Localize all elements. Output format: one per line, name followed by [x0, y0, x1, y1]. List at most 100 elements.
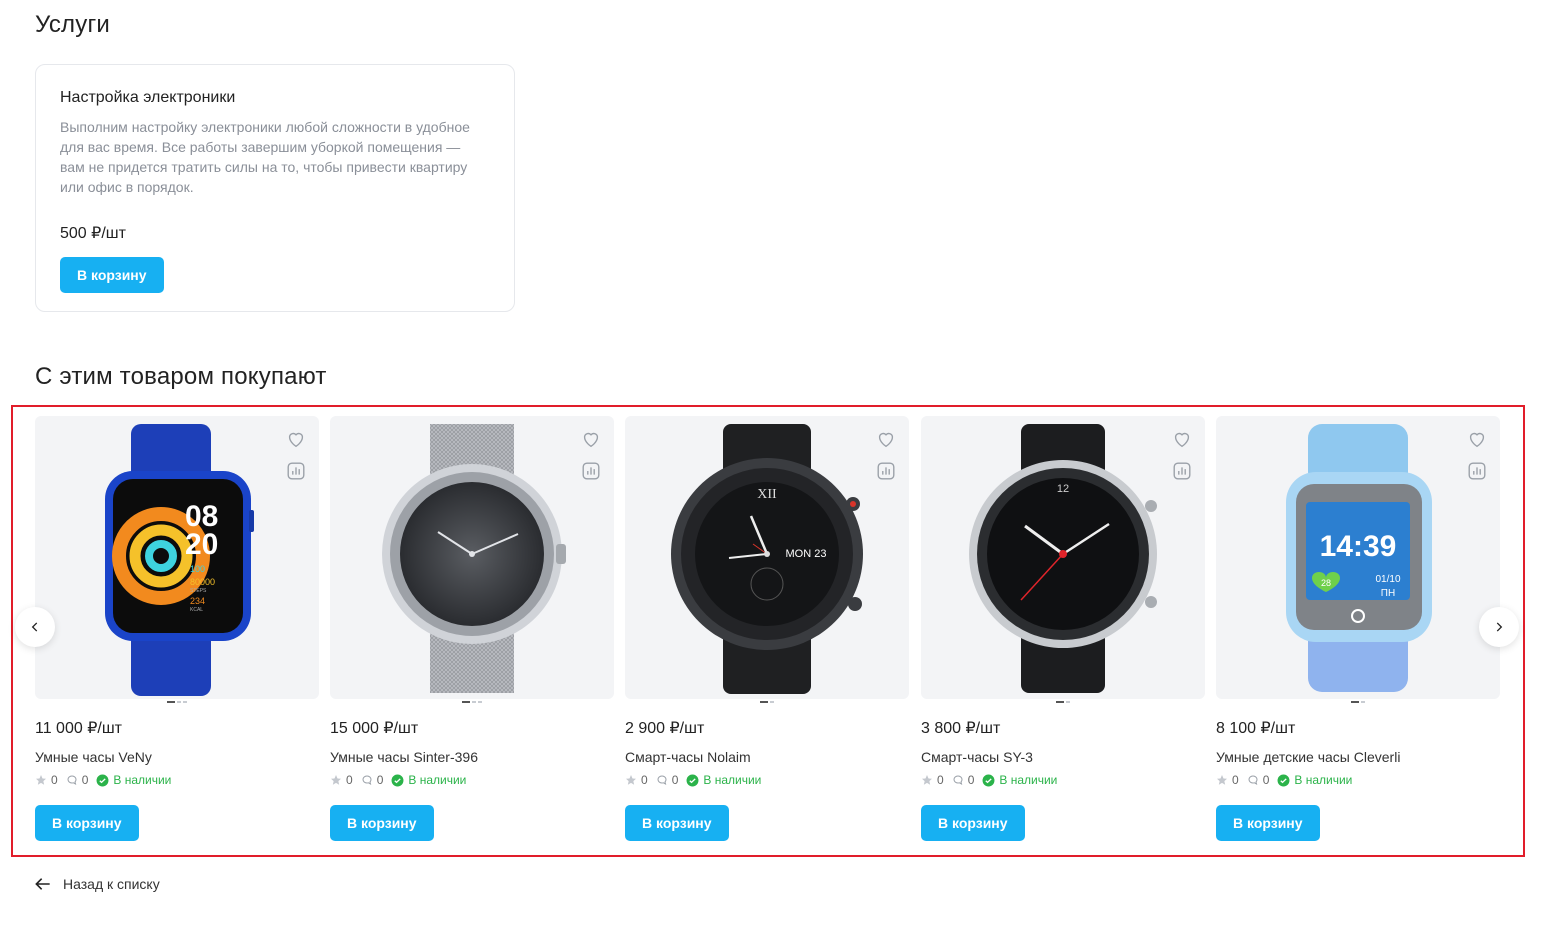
comment-icon	[1248, 775, 1258, 786]
image-pagination	[35, 701, 319, 705]
product-price: 11 000 ₽/шт	[35, 720, 122, 737]
stock-status: В наличии	[999, 773, 1058, 787]
nolaim-date: MON 23	[786, 548, 827, 560]
favorite-heart-icon[interactable]	[1466, 428, 1488, 450]
product-price: 2 900 ₽/шт	[625, 720, 705, 737]
add-to-cart-button[interactable]: В корзину	[1216, 805, 1320, 841]
image-pagination	[921, 701, 1205, 705]
related-products-title: С этим товаром покупают	[35, 363, 327, 390]
product-price: 15 000 ₽/шт	[330, 720, 419, 737]
product-image[interactable]: 08 20 100 80000 STEPS 234 KCAL	[35, 416, 319, 699]
reviews-count: 0	[1262, 773, 1270, 787]
chevron-right-icon	[1496, 622, 1503, 632]
rating-value: 0	[1232, 773, 1239, 787]
favorite-heart-icon[interactable]	[580, 428, 602, 450]
check-circle-icon	[982, 774, 995, 786]
reviews-count: 0	[671, 773, 679, 787]
product-image[interactable]: 12	[921, 416, 1205, 699]
service-name: Настройка электроники	[60, 89, 236, 106]
product-name[interactable]: Умные детские часы Cleverli	[1216, 749, 1400, 765]
add-to-cart-button[interactable]: В корзину	[35, 805, 139, 841]
stock-status: В наличии	[408, 773, 467, 787]
chevron-left-icon	[31, 622, 38, 632]
add-to-cart-button[interactable]: В корзину	[921, 805, 1025, 841]
favorite-heart-icon[interactable]	[285, 428, 307, 450]
check-circle-icon	[686, 774, 699, 786]
watch-veny-image: 08 20 100 80000 STEPS 234 KCAL	[105, 424, 254, 696]
compare-chart-icon[interactable]	[285, 460, 307, 482]
veny-steps-unit: STEPS	[190, 588, 207, 594]
back-to-list-label: Назад к списку	[63, 876, 160, 892]
arrow-left-icon	[35, 878, 50, 890]
reviews-count: 0	[81, 773, 89, 787]
comment-icon	[657, 775, 667, 786]
favorite-heart-icon[interactable]	[875, 428, 897, 450]
compare-chart-icon[interactable]	[875, 460, 897, 482]
service-card: Настройка электроники Выполним настройку…	[35, 64, 515, 312]
carousel-prev-button[interactable]	[15, 607, 55, 647]
compare-chart-icon[interactable]	[580, 460, 602, 482]
add-to-cart-button[interactable]: В корзину	[330, 805, 434, 841]
star-icon	[1217, 775, 1227, 785]
compare-chart-icon[interactable]	[1466, 460, 1488, 482]
veny-pct: 100	[190, 564, 205, 574]
comment-icon	[67, 775, 77, 786]
product-name[interactable]: Умные часы VeNy	[35, 749, 152, 765]
reviews-count: 0	[376, 773, 384, 787]
product-price: 8 100 ₽/шт	[1216, 720, 1296, 737]
cleverli-time: 14:39	[1320, 530, 1397, 563]
stock-status: В наличии	[703, 773, 762, 787]
sy3-twelve: 12	[1057, 483, 1069, 495]
product-image[interactable]	[330, 416, 614, 699]
service-add-to-cart-button[interactable]: В корзину	[60, 257, 164, 293]
product-meta: 0 0 В наличии	[921, 773, 1065, 787]
services-title: Услуги	[35, 11, 111, 38]
veny-kcal: 234	[190, 596, 205, 606]
carousel-next-button[interactable]	[1479, 607, 1519, 647]
rating-value: 0	[937, 773, 944, 787]
product-card: 15 000 ₽/шт Умные часы Sinter-396 0 0 В …	[330, 416, 614, 846]
product-name[interactable]: Умные часы Sinter-396	[330, 749, 478, 765]
product-image[interactable]: XII MON 23	[625, 416, 909, 699]
service-price: 500 ₽/шт	[60, 225, 126, 242]
product-meta: 0 0 В наличии	[35, 773, 179, 787]
cleverli-badge: 28	[1321, 578, 1331, 588]
veny-minutes: 20	[185, 528, 218, 561]
stock-status: В наличии	[113, 773, 172, 787]
add-to-cart-button[interactable]: В корзину	[625, 805, 729, 841]
star-icon	[331, 775, 341, 785]
favorite-heart-icon[interactable]	[1171, 428, 1193, 450]
star-icon	[36, 775, 46, 785]
product-image[interactable]: 14:39 28 01/10 ПН	[1216, 416, 1500, 699]
rating-value: 0	[641, 773, 648, 787]
image-pagination	[625, 701, 909, 705]
product-meta: 0 0 В наличии	[625, 773, 769, 787]
nolaim-roman: XII	[757, 487, 777, 502]
stock-status: В наличии	[1294, 773, 1353, 787]
image-pagination	[1216, 701, 1500, 705]
check-circle-icon	[96, 774, 109, 786]
star-icon	[626, 775, 636, 785]
rating-value: 0	[346, 773, 353, 787]
watch-sinter-image	[382, 424, 566, 693]
veny-kcal-unit: KCAL	[190, 607, 203, 613]
product-card: 12 3 800 ₽/шт Смарт-часы SY-3 0 0 В нали…	[921, 416, 1205, 846]
product-card: 14:39 28 01/10 ПН 8 100 ₽/шт Умные детск…	[1216, 416, 1500, 846]
compare-chart-icon[interactable]	[1171, 460, 1193, 482]
check-circle-icon	[391, 774, 404, 786]
product-meta: 0 0 В наличии	[1216, 773, 1360, 787]
product-name[interactable]: Смарт-часы SY-3	[921, 749, 1033, 765]
rating-value: 0	[51, 773, 58, 787]
reviews-count: 0	[967, 773, 975, 787]
related-products-carousel: 08 20 100 80000 STEPS 234 KCAL 11 000 ₽/…	[35, 416, 1500, 846]
product-card: XII MON 23 2 900 ₽/шт Смарт-часы Nolaim …	[625, 416, 909, 846]
product-meta: 0 0 В наличии	[330, 773, 474, 787]
cleverli-date: 01/10	[1375, 574, 1400, 585]
back-to-list-link[interactable]: Назад к списку	[35, 876, 160, 892]
star-icon	[922, 775, 932, 785]
watch-cleverli-image: 14:39 28 01/10 ПН	[1286, 424, 1432, 692]
check-circle-icon	[1277, 774, 1290, 786]
service-description: Выполним настройку электроники любой сло…	[60, 119, 470, 195]
comment-icon	[953, 775, 963, 786]
product-name[interactable]: Смарт-часы Nolaim	[625, 749, 751, 765]
